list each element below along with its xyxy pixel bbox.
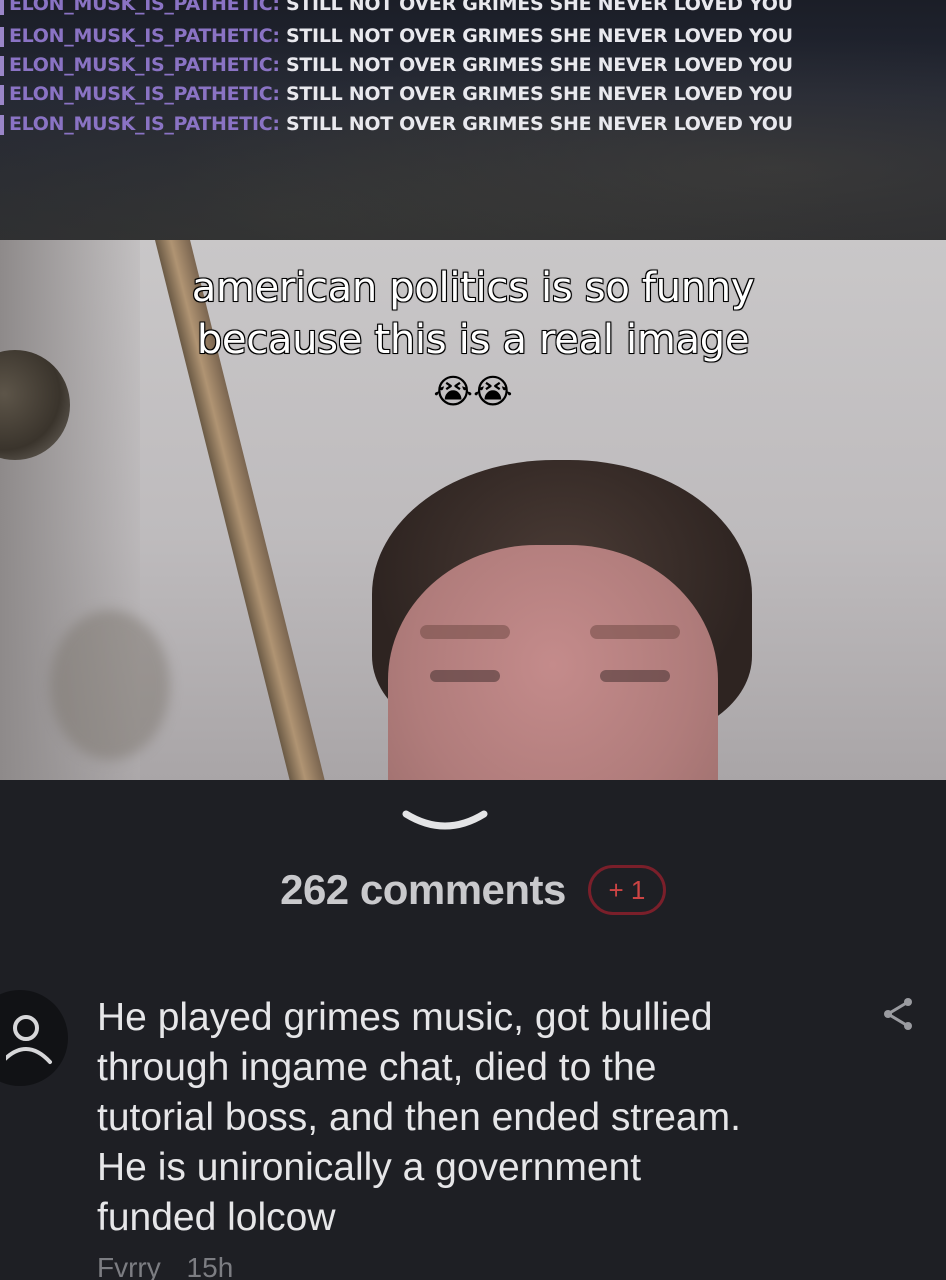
share-icon[interactable] [878, 994, 918, 1034]
chat-message: STILL NOT OVER GRIMES SHE NEVER LOVED YO… [286, 25, 793, 47]
chat-username: ELON_MUSK_IS_PATHETIC: [9, 54, 280, 76]
chat-username: ELON_MUSK_IS_PATHETIC: [9, 25, 280, 47]
meme-caption-line-2: because this is a real image [196, 316, 751, 364]
app-screen: ELON_MUSK_IS_PATHETIC: STILL NOT OVER GR… [0, 0, 946, 1280]
comments-header: 262 comments + 1 [0, 860, 946, 920]
chat-username: ELON_MUSK_IS_PATHETIC: [9, 83, 280, 105]
new-comments-badge[interactable]: + 1 [587, 865, 666, 915]
comments-count[interactable]: 262 comments [280, 866, 566, 914]
chat-line: ELON_MUSK_IS_PATHETIC: STILL NOT OVER GR… [0, 51, 793, 80]
chevron-down-icon[interactable] [400, 800, 490, 840]
comment-meta: Fvrry 15h [97, 1252, 251, 1280]
comment-line: He played grimes music, got bullied [97, 996, 713, 1039]
chat-message: STILL NOT OVER GRIMES SHE NEVER LOVED YO… [286, 54, 793, 76]
chat-line: ELON_MUSK_IS_PATHETIC: STILL NOT OVER GR… [0, 80, 793, 109]
comment-time: 15h [186, 1252, 234, 1280]
comment-line: funded lolcow [97, 1196, 336, 1239]
comment-body: He played grimes music, got bullied thro… [97, 993, 857, 1243]
user-icon [6, 1015, 52, 1064]
chat-message: STILL NOT OVER GRIMES SHE NEVER LOVED YO… [286, 83, 793, 105]
comment-line: tutorial boss, and then ended stream. [97, 1096, 741, 1139]
comment-author[interactable]: Fvrry [97, 1252, 161, 1280]
avatar[interactable] [0, 990, 68, 1086]
comment-line: He is unironically a government [97, 1146, 642, 1189]
meme-caption-line-1: american politics is so funny [191, 264, 756, 312]
meme-caption: american politics is so funny because th… [0, 262, 946, 414]
chat-message: STILL NOT OVER GRIMES SHE NEVER LOVED YO… [286, 0, 793, 15]
comment-line: through ingame chat, died to the [97, 1046, 657, 1089]
chat-username: ELON_MUSK_IS_PATHETIC: [9, 113, 280, 135]
chat-line: ELON_MUSK_IS_PATHETIC: STILL NOT OVER GR… [0, 110, 793, 139]
new-comments-badge-label: + 1 [608, 874, 646, 905]
crying-emoji: 😭😭 [433, 372, 513, 412]
chat-line: ELON_MUSK_IS_PATHETIC: STILL NOT OVER GR… [0, 22, 793, 51]
meme-image[interactable]: ELON_MUSK_IS_PATHETIC: STILL NOT OVER GR… [0, 0, 946, 780]
chat-username: ELON_MUSK_IS_PATHETIC: [9, 0, 280, 15]
chat-line: ELON_MUSK_IS_PATHETIC: STILL NOT OVER GR… [0, 0, 793, 19]
stream-chat-overlay: ELON_MUSK_IS_PATHETIC: STILL NOT OVER GR… [0, 0, 946, 240]
chat-message: STILL NOT OVER GRIMES SHE NEVER LOVED YO… [286, 113, 793, 135]
